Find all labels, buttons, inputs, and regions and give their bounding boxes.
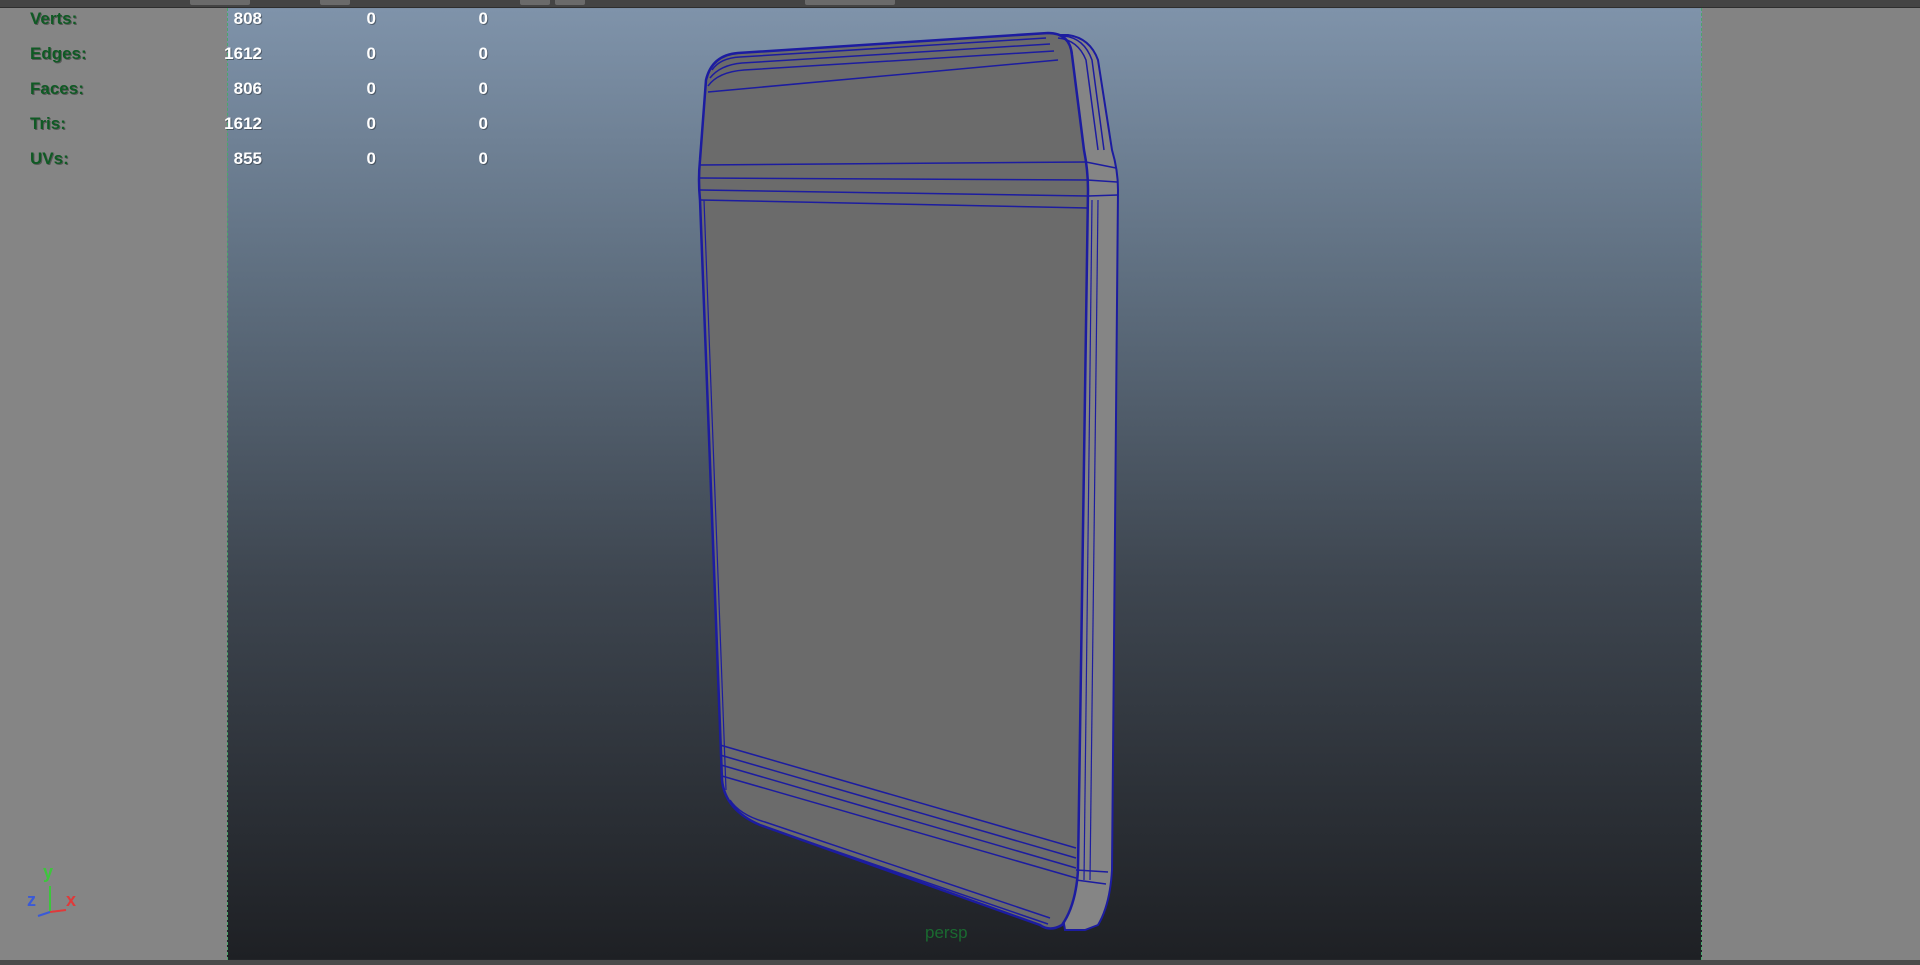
hud-value-object: 1612 [224, 44, 262, 63]
hud-value-component: 0 [478, 79, 488, 98]
maya-app-window: Verts: 808 0 0 Edges: 1612 0 0 Faces: 80… [0, 0, 1920, 965]
hud-value-object: 855 [233, 149, 262, 168]
hud-value-component: 0 [478, 44, 488, 63]
axis-z-label: z [27, 890, 36, 910]
axis-y-label: y [43, 862, 54, 882]
edge-loop [1087, 194, 1119, 197]
axis-z-line [37, 911, 51, 917]
hud-row-edges: Edges: 1612 0 0 [30, 44, 488, 79]
hud-row-tris: Tris: 1612 0 0 [30, 114, 488, 149]
poly-count-hud: Verts: 808 0 0 Edges: 1612 0 0 Faces: 80… [30, 9, 488, 184]
hud-value-component: 0 [478, 114, 488, 133]
camera-name-label: persp [925, 923, 968, 942]
hud-row-uvs: UVs: 855 0 0 [30, 149, 488, 184]
hud-label: Verts: [30, 9, 78, 28]
hud-value-selected: 0 [366, 79, 376, 98]
axis-x-label: x [66, 890, 77, 910]
hud-value-selected: 0 [366, 114, 376, 133]
hud-value-selected: 0 [366, 9, 376, 28]
hud-row-faces: Faces: 806 0 0 [30, 79, 488, 114]
axis-orientation-gizmo: y z x [26, 860, 86, 920]
hud-label: Tris: [30, 114, 66, 133]
hud-value-component: 0 [478, 9, 488, 28]
hud-value-component: 0 [478, 149, 488, 168]
hud-value-selected: 0 [366, 44, 376, 63]
mesh-front-face [697, 31, 1090, 930]
hud-value-object: 806 [233, 79, 262, 98]
axis-x-line [49, 909, 67, 913]
hud-value-selected: 0 [366, 149, 376, 168]
hud-row-verts: Verts: 808 0 0 [30, 9, 488, 44]
hud-value-object: 1612 [224, 114, 262, 133]
hud-label: UVs: [30, 149, 69, 168]
hud-label: Faces: [30, 79, 84, 98]
hud-label: Edges: [30, 44, 87, 63]
hud-value-object: 808 [233, 9, 262, 28]
